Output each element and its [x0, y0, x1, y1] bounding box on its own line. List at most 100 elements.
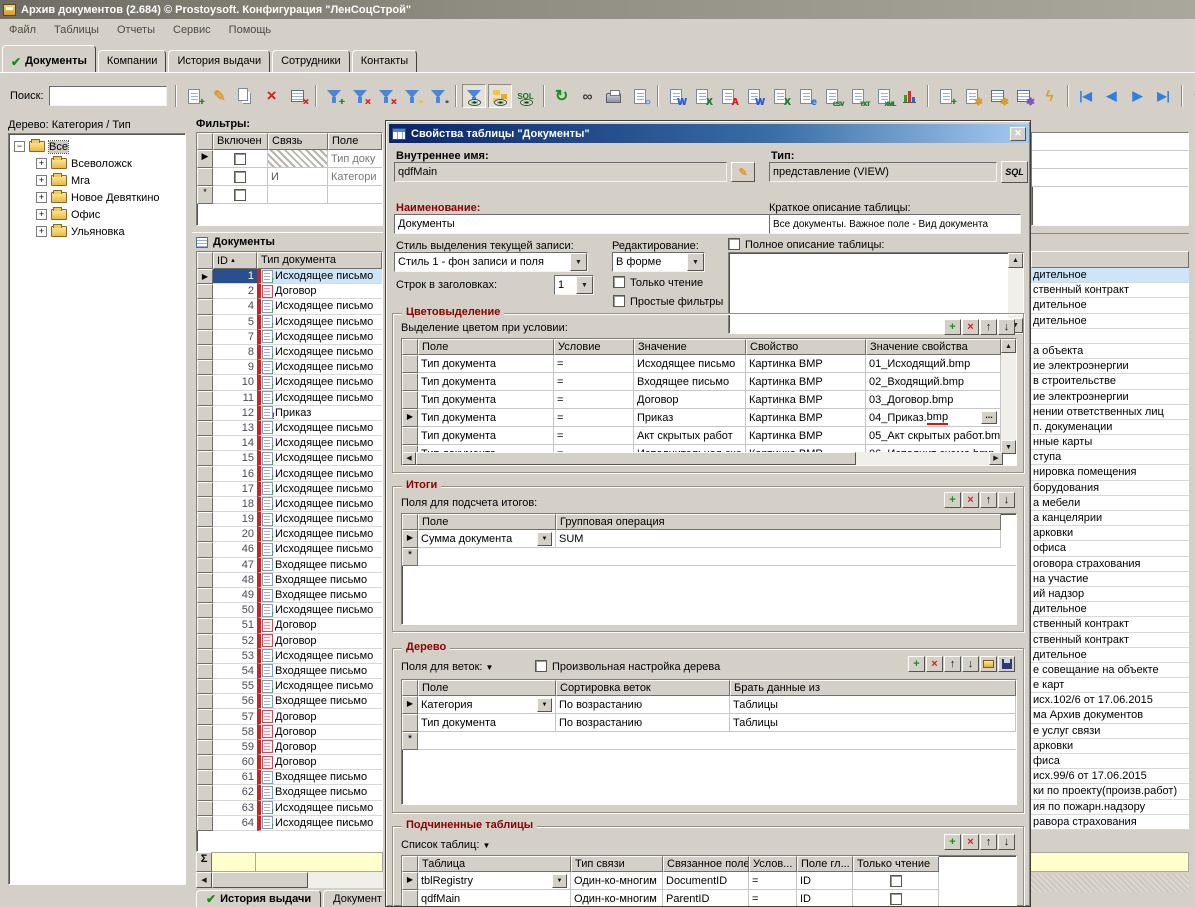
menu-item-0[interactable]: Файл — [0, 22, 45, 38]
column-header[interactable]: Групповая операция — [556, 514, 1001, 530]
table-row-fragment[interactable]: исх.99/6 от 17.06.2015 — [1031, 769, 1189, 784]
grid-cell[interactable]: = — [554, 427, 634, 445]
readonly-flag-cell[interactable] — [853, 890, 939, 907]
table-row[interactable]: 5Исходящее письмо — [197, 315, 382, 330]
table-row-fragment[interactable]: е карт — [1031, 678, 1189, 693]
table-row[interactable]: 9Исходящее письмо — [197, 360, 382, 375]
row-selector[interactable] — [197, 679, 213, 694]
add-table-button[interactable]: + — [1188, 84, 1195, 108]
table-row-fragment[interactable]: а объекта — [1031, 344, 1189, 359]
table-row[interactable]: 63Исходящее письмо — [197, 801, 382, 816]
row-selector[interactable] — [197, 694, 213, 709]
row-selector[interactable] — [402, 890, 418, 907]
filter-save-button[interactable]: ▪ — [426, 84, 450, 108]
column-header[interactable]: Связанное поле — [663, 856, 749, 872]
row-selector[interactable] — [197, 740, 213, 755]
chevron-down-icon[interactable]: ▼ — [482, 841, 490, 850]
table-row-fragment[interactable]: ма Архив документов — [1031, 708, 1189, 723]
close-icon[interactable]: ✕ — [1010, 127, 1026, 141]
row-selector[interactable] — [197, 512, 213, 527]
table-row-fragment[interactable]: ия по пожарн.надзору — [1031, 800, 1189, 815]
table-row-fragment[interactable]: дительное — [1031, 602, 1189, 617]
export-excel-button[interactable]: X — [690, 84, 714, 108]
custom-tree-checkbox[interactable] — [535, 660, 547, 672]
expand-icon[interactable]: + — [36, 209, 47, 220]
table-row-fragment[interactable]: исх.102/6 от 17.06.2015 — [1031, 693, 1189, 708]
grid-cell[interactable]: Договор — [634, 391, 746, 409]
menu-item-2[interactable]: Отчеты — [108, 22, 164, 38]
table-row[interactable]: 57Договор — [197, 709, 382, 724]
row-selector[interactable] — [197, 588, 213, 603]
grid-cell[interactable]: Картинка BMP — [746, 373, 866, 391]
grid-cell[interactable]: Тип документа — [418, 427, 554, 445]
header-rows-select[interactable]: 1▼ — [554, 275, 594, 295]
row-selector[interactable] — [197, 375, 213, 390]
filter-edit-button[interactable]: ▪ — [400, 84, 424, 108]
menu-item-4[interactable]: Помощь — [220, 22, 281, 38]
tab-0[interactable]: ✔Документы — [2, 45, 96, 72]
scroll-left-icon[interactable]: ◀ — [196, 872, 212, 888]
row-selector[interactable] — [197, 755, 213, 770]
add-row-button[interactable]: + — [944, 319, 961, 335]
table-row[interactable]: 13Исходящее письмо — [197, 421, 382, 436]
tree-item-3[interactable]: +Офис — [9, 206, 185, 223]
grid-cell[interactable]: Таблицы — [730, 696, 1016, 714]
dialog-title-bar[interactable]: Свойства таблицы "Документы" ✕ — [389, 124, 1029, 143]
filter-link-cell[interactable] — [268, 186, 328, 204]
row-selector[interactable] — [197, 801, 213, 816]
grid-row[interactable]: ▶Категория▼По возрастаниюТаблицы — [402, 696, 1016, 714]
filter-enabled-cell[interactable] — [213, 186, 268, 204]
ellipsis-button[interactable]: ... — [981, 411, 997, 424]
move-up-button[interactable]: ↑ — [980, 319, 997, 335]
table-row-fragment[interactable]: е услуг связи — [1031, 724, 1189, 739]
new-row[interactable]: * — [402, 548, 1016, 566]
add-record-button[interactable]: + — [182, 84, 206, 108]
table-row-fragment[interactable]: ие электроэнергии — [1031, 359, 1189, 374]
expand-icon[interactable]: + — [36, 192, 47, 203]
grid-cell[interactable] — [418, 732, 1016, 750]
run-action-button[interactable]: ϟ — [1038, 84, 1062, 108]
move-down-button[interactable]: ↓ — [998, 492, 1015, 508]
nav-first-button[interactable]: |◀ — [1074, 84, 1098, 108]
delete-row-button[interactable]: × — [962, 834, 979, 850]
column-header[interactable]: Поле — [418, 339, 554, 355]
grid-cell[interactable]: Категория▼ — [418, 696, 556, 714]
new-row-selector[interactable]: * — [402, 732, 418, 750]
tab-3[interactable]: Сотрудники — [272, 50, 350, 72]
filter-remove-button[interactable]: × — [348, 84, 372, 108]
table-row-fragment[interactable]: на участие — [1031, 572, 1189, 587]
grid-cell[interactable]: Один-ко-многим — [571, 890, 663, 907]
row-selector[interactable]: ▶ — [402, 696, 418, 714]
column-header[interactable]: Условие — [554, 339, 634, 355]
filter-enabled-cell[interactable] — [213, 168, 268, 186]
row-selector[interactable]: * — [197, 186, 213, 204]
nav-last-button[interactable]: ▶| — [1152, 84, 1176, 108]
row-selector[interactable] — [197, 466, 213, 481]
grid-cell[interactable]: qdfMain — [418, 890, 571, 907]
table-row[interactable]: 62Входящее письмо — [197, 785, 382, 800]
table-row[interactable]: 58Договор — [197, 725, 382, 740]
table-row[interactable]: 46Исходящее письмо — [197, 542, 382, 557]
menu-item-1[interactable]: Таблицы — [45, 22, 108, 38]
column-header[interactable]: Только чтение — [853, 856, 939, 872]
grid-cell[interactable]: По возрастанию — [556, 714, 730, 732]
grid-row[interactable]: Тип документа=ДоговорКартинка BMP03_Дого… — [402, 391, 1016, 409]
row-selector[interactable] — [197, 436, 213, 451]
print-preview-button[interactable]: ○ — [628, 84, 652, 108]
grid-cell[interactable]: = — [554, 409, 634, 427]
grid-cell[interactable]: Картинка BMP — [746, 391, 866, 409]
grid-cell[interactable]: Картинка BMP — [746, 427, 866, 445]
table-row[interactable]: 14Исходящее письмо — [197, 436, 382, 451]
column-header[interactable]: Тип связи — [571, 856, 663, 872]
table-row[interactable]: 11Исходящее письмо — [197, 391, 382, 406]
horizontal-scrollbar[interactable]: ◀▶ — [402, 452, 1003, 465]
row-selector[interactable] — [197, 482, 213, 497]
row-selector[interactable] — [197, 542, 213, 557]
grid-cell[interactable]: Входящее письмо — [634, 373, 746, 391]
table-row[interactable]: 7Исходящее письмо — [197, 330, 382, 345]
grid-cell[interactable]: = — [554, 391, 634, 409]
grid-cell[interactable]: Сумма документа▼ — [418, 530, 556, 548]
grid-cell[interactable]: Тип документа — [418, 373, 554, 391]
row-selector[interactable] — [197, 664, 213, 679]
row-selector[interactable] — [402, 355, 418, 373]
